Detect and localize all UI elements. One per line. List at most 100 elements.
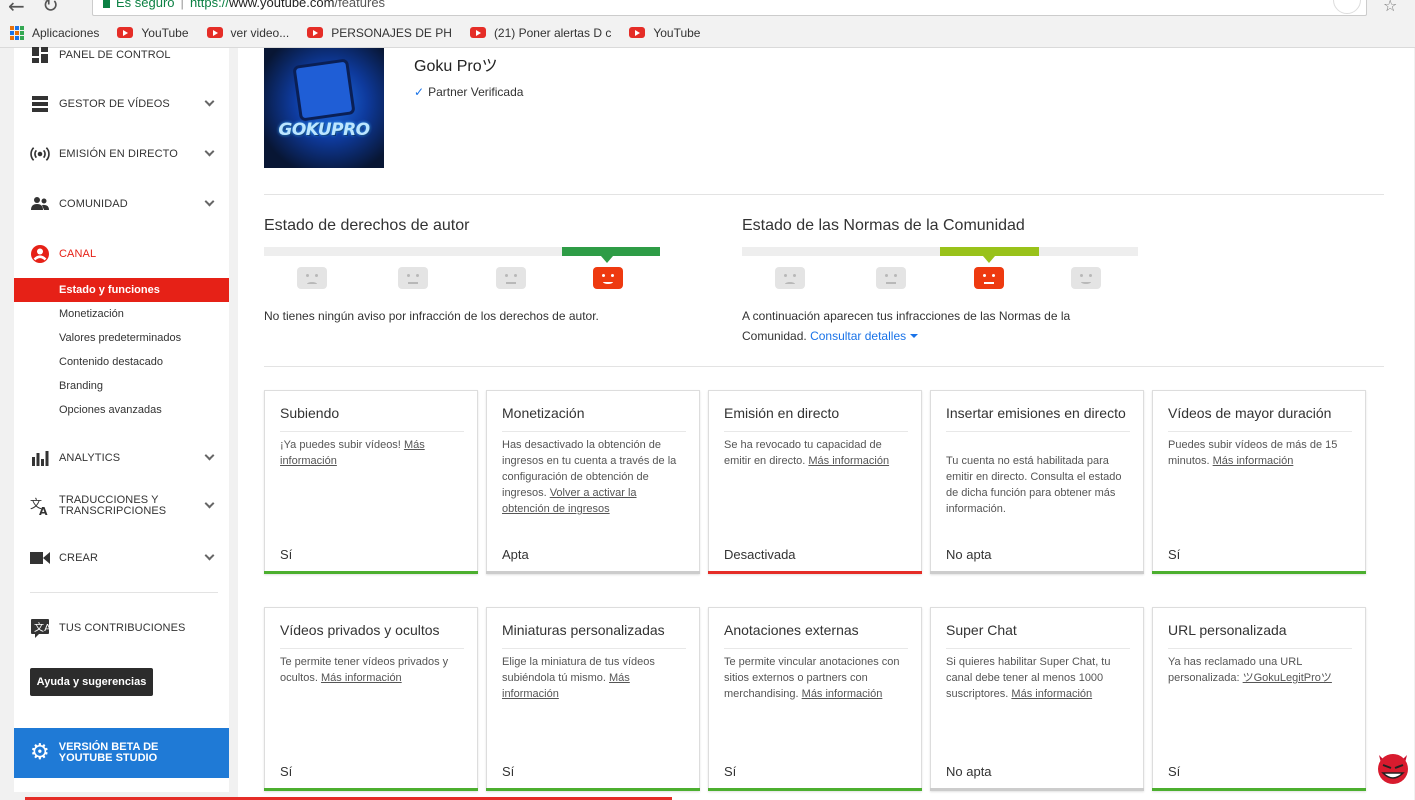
nav-channel[interactable]: CANAL	[14, 242, 229, 266]
lock-icon	[103, 0, 110, 8]
feature-card-url-personalizada: URL personalizada Ya has reclamado una UR…	[1152, 607, 1366, 791]
contributions-icon: 文A	[30, 618, 50, 638]
card-description: Ya has reclamado una URL personalizada: …	[1168, 656, 1332, 684]
card-link[interactable]: Más información	[321, 672, 402, 684]
nav-live[interactable]: EMISIÓN EN DIRECTO	[14, 142, 229, 166]
subnav-monetizacion[interactable]: Monetización	[14, 302, 229, 326]
url-scheme: https://	[189, 0, 229, 10]
subnav-estado-funciones[interactable]: Estado y funciones	[14, 278, 229, 302]
community-status-text: A continuación aparecen tus infracciones…	[742, 309, 1071, 343]
card-status-bar	[486, 571, 700, 574]
nav-video-manager[interactable]: GESTOR DE VÍDEOS	[14, 92, 229, 116]
card-description: ¡Ya puedes subir vídeos! Más información	[280, 439, 425, 467]
reload-icon[interactable]: ↻	[42, 0, 59, 17]
card-title: Emisión en directo	[724, 405, 908, 432]
card-link[interactable]: Más información	[1011, 688, 1092, 700]
community-icon	[30, 194, 50, 214]
help-feedback-button[interactable]: Ayuda y sugerencias	[30, 668, 153, 696]
card-status-bar	[264, 788, 478, 791]
dashboard-icon	[30, 45, 50, 65]
card-status: Sí	[1168, 547, 1181, 562]
feature-card-emision-en-directo: Emisión en directo Se ha revocado tu capa…	[708, 390, 922, 574]
card-description: Te permite tener vídeos privados y ocult…	[280, 656, 449, 684]
subnav-valores-predeterminados[interactable]: Valores predeterminados	[14, 326, 229, 350]
nav-analytics[interactable]: ANALYTICS	[14, 446, 229, 470]
address-bar[interactable]: Es seguro | https://www.youtube.com/featur…	[92, 0, 1367, 16]
video-manager-icon	[30, 94, 50, 114]
bookmark-star-icon[interactable]: ☆	[1383, 0, 1397, 15]
card-status: Sí	[502, 764, 515, 779]
card-description: Se ha revocado tu capacidad de emitir en…	[724, 439, 890, 467]
youtube-icon	[629, 27, 646, 38]
sad-face-icon	[297, 267, 327, 289]
svg-text:文A: 文A	[34, 621, 50, 634]
youtube-studio-beta-button[interactable]: ⚙ VERSIÓN BETA DE YOUTUBE STUDIO	[14, 728, 229, 778]
copyright-strike-bar	[264, 247, 660, 263]
channel-name: Goku Proツ	[414, 58, 498, 75]
apps-icon	[10, 25, 24, 40]
card-status-bar	[708, 788, 922, 791]
card-status-bar	[486, 788, 700, 791]
card-status: Apta	[502, 547, 529, 562]
card-link[interactable]: ツGokuLegitProツ	[1243, 672, 1332, 684]
bookmark-personajes[interactable]: PERSONAJES DE PH	[307, 26, 452, 40]
card-status-bar	[708, 571, 922, 574]
subnav-opciones-avanzadas[interactable]: Opciones avanzadas	[14, 398, 229, 422]
bookmark-youtube[interactable]: YouTube	[117, 26, 189, 40]
youtube-icon	[117, 27, 134, 38]
details-link[interactable]: Consultar detalles	[810, 329, 919, 343]
bookmark-apps[interactable]: Aplicaciones	[10, 25, 99, 40]
card-link[interactable]: Más información	[802, 688, 883, 700]
nav-community[interactable]: COMUNIDAD	[14, 192, 229, 216]
nav-dashboard[interactable]: PANEL DE CONTROL	[14, 44, 229, 66]
channel-avatar[interactable]: GOKUPRO	[264, 48, 384, 168]
card-title: Vídeos privados y ocultos	[280, 622, 464, 649]
card-title: Insertar emisiones en directo	[946, 405, 1130, 432]
nav-create[interactable]: CREAR	[14, 546, 229, 570]
neutral-face-icon	[496, 267, 526, 289]
card-title: Monetización	[502, 405, 686, 432]
sad-face-icon	[775, 267, 805, 289]
live-icon	[30, 144, 50, 164]
feature-card-insertar-emisiones-en-directo: Insertar emisiones en directo Tu cuenta n…	[930, 390, 1144, 574]
card-status-bar	[930, 571, 1144, 574]
bookmark-ver-video[interactable]: ver video...	[206, 26, 289, 40]
sidebar-divider	[30, 592, 218, 593]
feature-card-super-chat: Super Chat Si quieres habilitar Super Cha…	[930, 607, 1144, 791]
bookmark-youtube-2[interactable]: YouTube	[629, 26, 700, 40]
subnav-contenido-destacado[interactable]: Contenido destacado	[14, 350, 229, 374]
card-description: Puedes subir vídeos de más de 15 minutos…	[1168, 439, 1338, 467]
url-path: /features	[334, 0, 386, 10]
card-status: No apta	[946, 764, 992, 779]
neutral-face-icon	[974, 267, 1004, 289]
happy-face-icon	[593, 267, 623, 289]
card-link[interactable]: Más información	[808, 455, 889, 467]
card-status: Sí	[724, 764, 737, 779]
card-status: Desactivada	[724, 547, 796, 562]
nav-translations[interactable]: 文A TRADUCCIONES Y TRANSCRIPCIONES	[14, 492, 229, 520]
feature-card-subiendo: Subiendo ¡Ya puedes subir vídeos! Más inf…	[264, 390, 478, 574]
card-description: Tu cuenta no está habilitada para emitir…	[946, 455, 1122, 515]
url-host: www.youtube.com	[228, 0, 335, 10]
nav-contributions[interactable]: 文A TUS CONTRIBUCIONES	[14, 616, 229, 640]
card-description: Elige la miniatura de tus vídeos subiénd…	[502, 656, 655, 700]
card-link[interactable]: Más información	[1213, 455, 1294, 467]
card-status: Sí	[1168, 764, 1181, 779]
card-status-bar	[264, 571, 478, 574]
card-status-bar	[930, 788, 1144, 791]
neutral-face-icon	[876, 267, 906, 289]
devil-emoji-icon	[1378, 754, 1408, 784]
sidebar: PANEL DE CONTROL GESTOR DE VÍDEOS EMISIÓ…	[14, 47, 229, 792]
feature-card-anotaciones-externas: Anotaciones externas Te permite vincular …	[708, 607, 922, 791]
back-icon[interactable]: ←	[8, 0, 25, 18]
card-title: Miniaturas personalizadas	[502, 622, 686, 649]
card-status: No apta	[946, 547, 992, 562]
youtube-icon	[469, 27, 486, 38]
feature-card-videos-de-mayor-duracion: Vídeos de mayor duración Puedes subir víd…	[1152, 390, 1366, 574]
card-title: Super Chat	[946, 622, 1130, 649]
main-content: GOKUPRO Goku Proツ ✓ Partner Verificada Es…	[238, 48, 1414, 800]
subnav-branding[interactable]: Branding	[14, 374, 229, 398]
bookmark-alertas[interactable]: (21) Poner alertas D c	[469, 26, 611, 40]
card-description: Si quieres habilitar Super Chat, tu cana…	[946, 656, 1111, 700]
youtube-icon	[307, 27, 324, 38]
